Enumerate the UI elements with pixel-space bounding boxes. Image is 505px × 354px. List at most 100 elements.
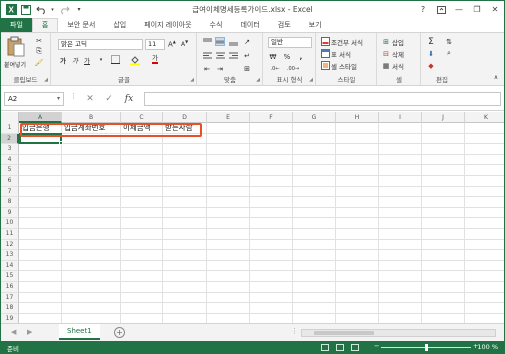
horizontal-scrollbar[interactable]	[301, 329, 496, 337]
help-icon[interactable]: ?	[414, 1, 432, 18]
next-sheet-icon[interactable]: ▶	[27, 328, 32, 336]
delete-cells-button[interactable]: 삭제	[392, 49, 404, 59]
tab-page-layout[interactable]: 페이지 레이아웃	[135, 18, 200, 32]
tab-formulas[interactable]: 수식	[201, 18, 232, 32]
alignment-launcher-icon[interactable]: ◢	[256, 77, 260, 83]
column-header-d[interactable]: D	[163, 112, 207, 123]
orientation-icon[interactable]: ↗	[242, 37, 252, 46]
row-header-14[interactable]: 14	[1, 260, 19, 272]
underline-button[interactable]: 가	[84, 55, 90, 65]
fill-icon[interactable]: ⬇	[426, 49, 436, 58]
font-size-select[interactable]: 11	[145, 39, 165, 50]
percent-icon[interactable]: %	[282, 52, 292, 61]
row-header-11[interactable]: 11	[1, 229, 19, 240]
font-name-select[interactable]: 맑은 고딕	[58, 39, 143, 50]
collapse-ribbon-icon[interactable]: ∧	[491, 73, 501, 82]
row-header-5[interactable]: 5	[1, 165, 19, 176]
shrink-font-icon[interactable]: A▼	[181, 39, 188, 48]
fill-handle[interactable]	[59, 141, 63, 145]
name-box-dropdown-icon[interactable]: ▾	[57, 93, 60, 105]
tab-protected-document[interactable]: 보안 문서	[58, 18, 104, 32]
paste-button[interactable]: 붙여넣기	[4, 60, 26, 69]
ribbon-display-icon[interactable]	[432, 1, 450, 18]
tab-review[interactable]: 검토	[269, 18, 300, 32]
autosum-icon[interactable]: Σ	[426, 37, 436, 47]
comma-style-icon[interactable]: ,	[296, 52, 306, 61]
tab-file[interactable]: 파일	[1, 18, 32, 32]
bold-button[interactable]: 가	[60, 55, 66, 65]
row-header-19[interactable]: 19	[1, 313, 19, 323]
align-middle-icon[interactable]	[215, 37, 225, 46]
sort-filter-icon[interactable]: ⇅	[444, 37, 454, 46]
decrease-decimal-icon[interactable]: .00→	[287, 64, 299, 73]
number-launcher-icon[interactable]: ◢	[309, 77, 313, 83]
row-header-13[interactable]: 13	[1, 250, 19, 261]
tab-splitter[interactable]: ⋮	[291, 327, 298, 335]
row-header-17[interactable]: 17	[1, 292, 19, 304]
normal-view-icon[interactable]	[321, 344, 329, 351]
column-header-b[interactable]: B	[62, 112, 121, 123]
borders-icon[interactable]	[110, 55, 120, 64]
zoom-out-icon[interactable]: −	[374, 342, 379, 350]
column-header-k[interactable]: K	[465, 112, 504, 123]
zoom-level[interactable]: 100 %	[477, 343, 498, 351]
row-header-3[interactable]: 3	[1, 144, 19, 155]
worksheet-grid[interactable]: 입금은행 입금계좌번호 이체금액 받는사람 ABCDEFGHIJK1234567…	[1, 112, 504, 323]
clear-icon[interactable]: ◆	[426, 61, 436, 70]
enter-formula-icon[interactable]: ✓	[102, 92, 116, 106]
formula-bar-splitter[interactable]: ⋮	[70, 92, 77, 100]
clipboard-launcher-icon[interactable]: ◢	[44, 77, 48, 83]
row-header-15[interactable]: 15	[1, 271, 19, 282]
horizontal-scroll-thumb[interactable]	[314, 331, 374, 335]
decrease-indent-icon[interactable]: ⇤	[202, 64, 212, 73]
copy-icon[interactable]: ⎘	[34, 47, 44, 56]
accounting-format-icon[interactable]: ₩	[268, 52, 278, 61]
row-header-7[interactable]: 7	[1, 186, 19, 198]
page-break-view-icon[interactable]	[351, 344, 359, 351]
row-header-1[interactable]: 1	[1, 123, 19, 134]
align-left-icon[interactable]	[202, 51, 212, 60]
merge-center-icon[interactable]: ⊞	[242, 64, 252, 73]
cancel-formula-icon[interactable]: ✕	[83, 92, 97, 106]
find-select-icon[interactable]: ⌕	[444, 49, 454, 58]
tab-data[interactable]: 데이터	[231, 18, 268, 32]
close-button[interactable]: ✕	[486, 1, 504, 18]
align-bottom-icon[interactable]	[228, 37, 238, 46]
add-sheet-icon[interactable]: +	[114, 327, 125, 338]
delete-cells-icon[interactable]: ⊟	[381, 49, 391, 58]
conditional-formatting-button[interactable]: 조건부 서식	[331, 37, 363, 47]
row-header-16[interactable]: 16	[1, 282, 19, 293]
select-all-corner[interactable]	[1, 112, 19, 123]
column-header-c[interactable]: C	[121, 112, 163, 123]
format-cells-icon[interactable]: ▦	[381, 61, 391, 70]
italic-button[interactable]: 가	[72, 55, 78, 65]
cell-styles-icon[interactable]	[320, 61, 330, 70]
column-header-j[interactable]: J	[422, 112, 465, 123]
grow-font-icon[interactable]: A▲	[168, 39, 176, 48]
restore-button[interactable]: ❐	[468, 1, 486, 18]
column-header-h[interactable]: H	[336, 112, 379, 123]
cut-icon[interactable]: ✂	[34, 36, 44, 45]
row-header-10[interactable]: 10	[1, 218, 19, 229]
wrap-text-icon[interactable]: ↵	[242, 51, 252, 60]
sheet-tab-sheet1[interactable]: Sheet1	[59, 324, 100, 340]
font-color-button[interactable]: 가	[152, 55, 158, 64]
underline-dropdown-icon[interactable]: ▾	[96, 55, 106, 64]
minimize-button[interactable]: —	[450, 1, 468, 18]
column-header-a[interactable]: A	[19, 112, 62, 123]
tab-view[interactable]: 보기	[300, 18, 331, 32]
name-box[interactable]: A2 ▾	[4, 92, 64, 106]
align-center-icon[interactable]	[215, 51, 225, 60]
row-header-6[interactable]: 6	[1, 176, 19, 187]
column-header-g[interactable]: G	[293, 112, 336, 123]
row-header-12[interactable]: 12	[1, 239, 19, 251]
format-as-table-button[interactable]: 표 서식	[331, 49, 351, 59]
row-header-4[interactable]: 4	[1, 154, 19, 166]
font-launcher-icon[interactable]: ◢	[190, 77, 194, 83]
formula-input[interactable]	[144, 92, 501, 106]
prev-sheet-icon[interactable]: ◀	[11, 328, 16, 336]
conditional-formatting-icon[interactable]	[320, 37, 330, 46]
number-format-select[interactable]: 일반	[268, 37, 312, 48]
format-cells-button[interactable]: 서식	[392, 61, 404, 71]
tab-insert[interactable]: 삽입	[104, 18, 135, 32]
